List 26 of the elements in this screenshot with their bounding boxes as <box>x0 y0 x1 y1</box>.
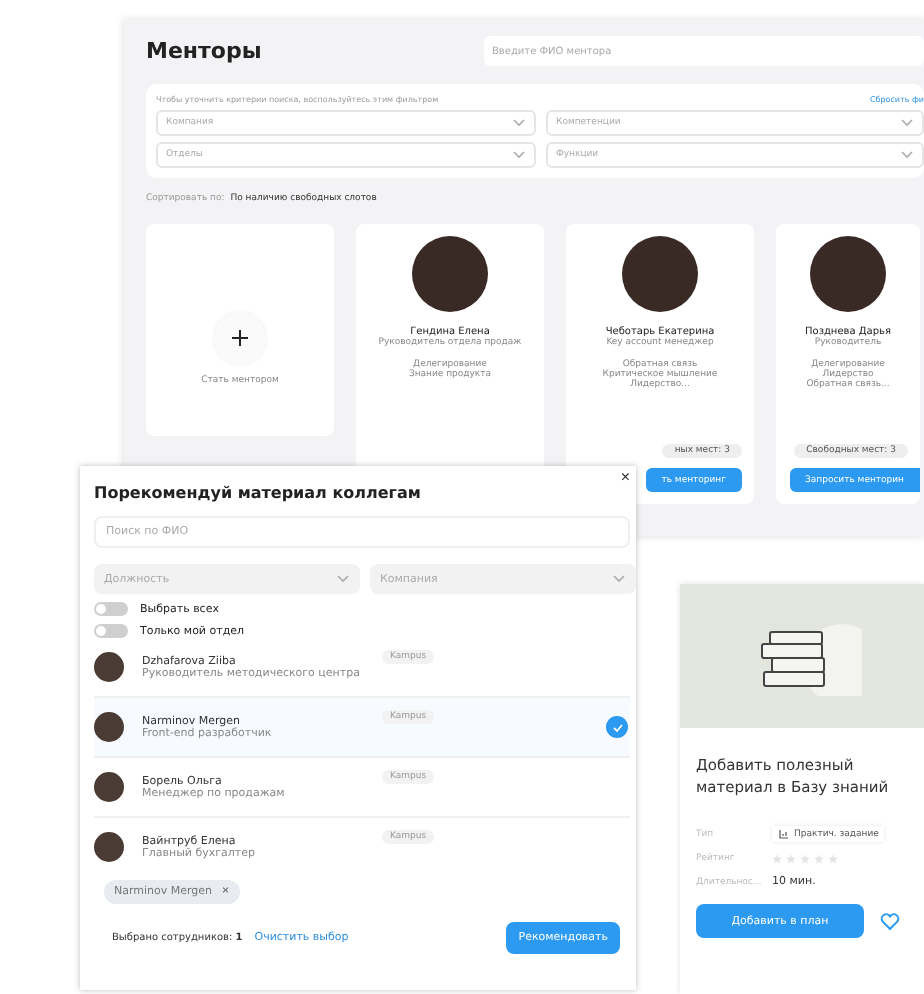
avatar <box>622 236 698 312</box>
star-icon <box>800 854 810 864</box>
chevron-down-icon <box>512 150 526 160</box>
plus-icon <box>232 330 248 346</box>
heart-icon[interactable] <box>880 911 900 931</box>
chart-icon <box>778 828 790 840</box>
chevron-down-icon <box>336 574 350 584</box>
star-icon <box>786 854 796 864</box>
star-icon <box>814 854 824 864</box>
page-title: Менторы <box>146 38 262 64</box>
avatar <box>94 772 124 802</box>
chevron-down-icon <box>900 118 914 128</box>
avatar <box>94 712 124 742</box>
avatar <box>94 652 124 682</box>
chevron-down-icon <box>900 150 914 160</box>
toggle-switch[interactable] <box>94 624 128 638</box>
star-icon <box>828 854 838 864</box>
dialog-title: Порекомендуй материал коллегам <box>94 484 423 502</box>
avatar <box>810 236 886 312</box>
chevron-down-icon <box>612 574 626 584</box>
avatar <box>412 236 488 312</box>
avatar <box>94 832 124 862</box>
chevron-down-icon <box>512 118 526 128</box>
close-button[interactable]: × <box>620 468 630 486</box>
star-icon <box>772 854 782 864</box>
toggle-switch[interactable] <box>94 602 128 616</box>
